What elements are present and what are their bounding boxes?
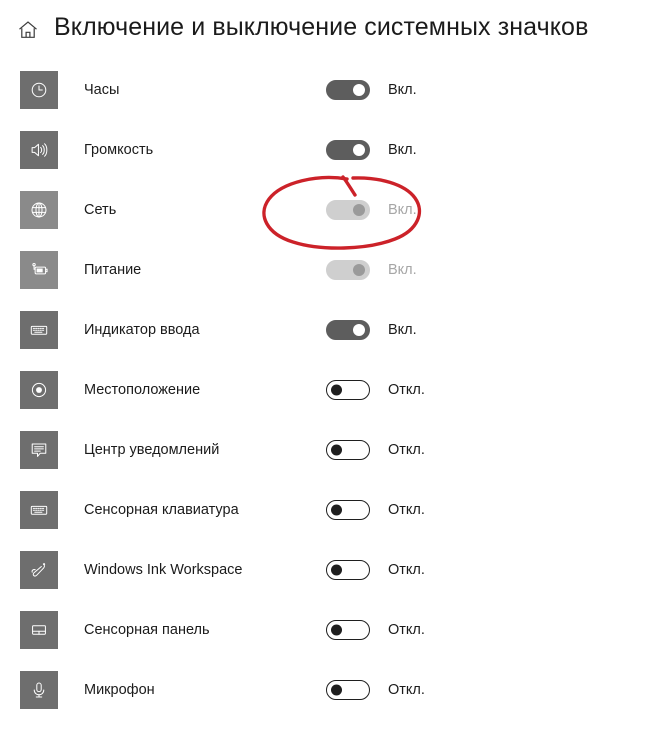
clock-icon [20,71,58,109]
toggle-state-label: Вкл. [388,202,417,218]
settings-row-label: Индикатор ввода [84,322,200,338]
settings-row-label: Сеть [84,202,117,218]
settings-row-label: Сенсорная панель [84,622,210,638]
page-title: Включение и выключение системных значков [54,12,589,41]
toggle-switch[interactable] [326,620,370,640]
toggle-switch[interactable] [326,380,370,400]
toggle-state-label: Откл. [388,382,425,398]
touchpad-icon [20,611,58,649]
settings-row: Местоположение Откл. [20,360,653,420]
toggle-group: Откл. [326,560,425,580]
toggle-knob [353,204,365,216]
settings-row-label: Windows Ink Workspace [84,562,243,578]
settings-row-label: Часы [84,82,120,98]
toggle-group: Вкл. [326,260,417,280]
toggle-knob [353,144,365,156]
settings-row-label: Микрофон [84,682,155,698]
settings-row-label: Центр уведомлений [84,442,220,458]
battery-power-icon [20,251,58,289]
toggle-group: Откл. [326,500,425,520]
toggle-knob [353,324,365,336]
toggle-switch[interactable] [326,440,370,460]
microphone-icon [20,671,58,709]
toggle-knob [331,444,342,456]
toggle-group: Откл. [326,440,425,460]
settings-row: Громкость Вкл. [20,120,653,180]
toggle-switch[interactable] [326,140,370,160]
keyboard-icon [20,311,58,349]
toggle-state-label: Откл. [388,682,425,698]
page-header: Включение и выключение системных значков [0,0,653,46]
action-center-icon [20,431,58,469]
toggle-state-label: Откл. [388,502,425,518]
settings-row: Сенсорная клавиатура Откл. [20,480,653,540]
network-globe-icon [20,191,58,229]
toggle-state-label: Откл. [388,562,425,578]
settings-row: Индикатор ввода Вкл. [20,300,653,360]
settings-row: Часы Вкл. [20,60,653,120]
toggle-group: Вкл. [326,320,417,340]
toggle-group: Откл. [326,620,425,640]
toggle-knob [331,564,342,576]
location-icon [20,371,58,409]
toggle-switch [326,200,370,220]
settings-row: Питание Вкл. [20,240,653,300]
settings-row: Сеть Вкл. [20,180,653,240]
settings-row-label: Громкость [84,142,154,158]
settings-row: Сенсорная панель Откл. [20,600,653,660]
toggle-state-label: Вкл. [388,262,417,278]
system-icons-list: Часы Вкл. Громкость Вкл. Сеть Вкл. Питание Вкл.… [0,60,653,720]
toggle-switch[interactable] [326,560,370,580]
toggle-switch[interactable] [326,680,370,700]
settings-row: Центр уведомлений Откл. [20,420,653,480]
toggle-state-label: Вкл. [388,82,417,98]
toggle-switch [326,260,370,280]
toggle-knob [353,264,365,276]
touch-keyboard-icon [20,491,58,529]
toggle-group: Вкл. [326,140,417,160]
toggle-group: Вкл. [326,80,417,100]
settings-row: Windows Ink Workspace Откл. [20,540,653,600]
settings-row: Микрофон Откл. [20,660,653,720]
toggle-group: Откл. [326,680,425,700]
toggle-state-label: Вкл. [388,322,417,338]
toggle-switch[interactable] [326,500,370,520]
toggle-knob [353,84,365,96]
toggle-state-label: Откл. [388,442,425,458]
toggle-switch[interactable] [326,320,370,340]
toggle-knob [331,624,342,636]
toggle-knob [331,384,342,396]
toggle-group: Откл. [326,380,425,400]
toggle-knob [331,684,342,696]
toggle-group: Вкл. [326,200,417,220]
toggle-switch[interactable] [326,80,370,100]
windows-ink-pen-icon [20,551,58,589]
home-icon[interactable] [16,18,40,42]
toggle-state-label: Откл. [388,622,425,638]
settings-row-label: Местоположение [84,382,201,398]
toggle-knob [331,504,342,516]
settings-row-label: Питание [84,262,142,278]
toggle-state-label: Вкл. [388,142,417,158]
volume-icon [20,131,58,169]
settings-row-label: Сенсорная клавиатура [84,502,239,518]
